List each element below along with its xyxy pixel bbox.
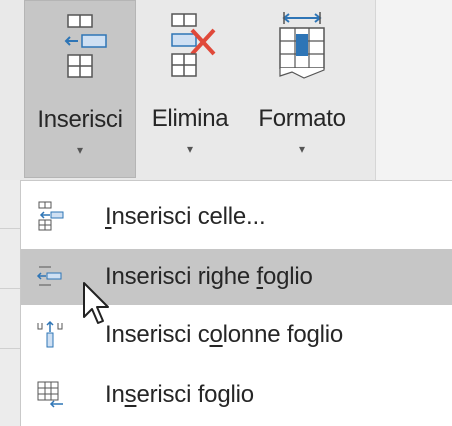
sheet-left-strip <box>0 180 20 426</box>
insert-button[interactable]: Inserisci ▾ <box>24 0 136 178</box>
insert-cells-icon <box>35 201 65 231</box>
menu-item-label: Inserisci colonne foglio <box>105 321 344 348</box>
chevron-down-icon: ▾ <box>186 142 194 156</box>
ribbon-right-pane <box>375 0 452 180</box>
menu-item-insert-sheet[interactable]: Inserisci foglio <box>21 367 452 423</box>
delete-cells-icon <box>158 10 222 82</box>
insert-button-label: Inserisci <box>37 106 123 133</box>
format-button[interactable]: Formato ▾ <box>246 0 358 178</box>
ribbon: Inserisci ▾ Elimina ▾ Formato ▾ <box>0 0 452 180</box>
delete-button-label: Elimina <box>151 105 229 132</box>
insert-cells-icon <box>48 11 112 83</box>
menu-item-label: Inserisci foglio <box>105 381 254 408</box>
menu-item-insert-cells[interactable]: Inserisci celle... <box>21 189 452 245</box>
insert-sheet-icon <box>35 379 65 409</box>
chevron-down-icon: ▾ <box>298 142 306 156</box>
menu-item-label: Inserisci righe foglio <box>105 263 313 290</box>
delete-button[interactable]: Elimina ▾ <box>140 0 240 178</box>
row-divider <box>0 348 20 349</box>
insert-columns-icon <box>35 319 65 349</box>
menu-item-label: Inserisci celle... <box>105 203 266 230</box>
chevron-down-icon: ▾ <box>76 143 84 157</box>
row-divider <box>0 288 20 289</box>
mouse-pointer-icon <box>82 281 112 331</box>
insert-rows-icon <box>35 261 65 291</box>
format-icon <box>270 10 334 82</box>
row-divider <box>0 228 20 229</box>
format-button-label: Formato <box>258 105 346 132</box>
